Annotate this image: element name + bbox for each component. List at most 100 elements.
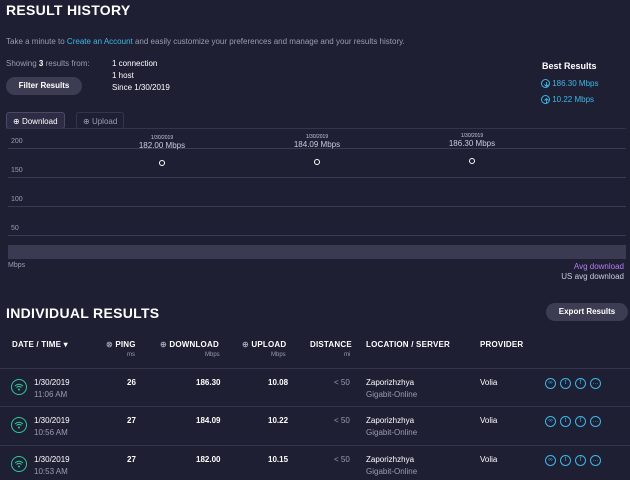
upload-col-icon: ⊕ xyxy=(242,340,249,349)
tab-upload-label: Upload xyxy=(91,117,118,126)
row-ping: 27 xyxy=(127,455,136,464)
row-upload: 10.08 xyxy=(268,378,289,387)
row-download: 186.30 xyxy=(196,378,221,387)
link-icon[interactable]: ∞ xyxy=(545,378,556,389)
row-distance: < 50 xyxy=(334,455,350,464)
showing-prefix: Showing xyxy=(6,59,39,68)
sort-down-icon: ▾ xyxy=(63,340,68,349)
intro-text: Take a minute to Create an Account and e… xyxy=(6,37,405,46)
row-upload: 10.22 xyxy=(268,416,289,425)
best-upload: 10.22 Mbps xyxy=(541,95,595,105)
row-date: 1/30/2019 xyxy=(34,416,70,425)
connections-count: 1 connection xyxy=(112,59,158,68)
link-icon[interactable]: ∞ xyxy=(545,416,556,427)
download-arrow-icon xyxy=(541,79,550,89)
row-server: Gigabit-Online xyxy=(366,428,418,437)
chart-point-label: 1/30/2019 186.30 Mbps xyxy=(432,133,512,148)
link-icon[interactable]: ∞ xyxy=(545,455,556,466)
legend-avg-download: Avg download xyxy=(573,262,624,271)
col-ping: ⊗ PING xyxy=(106,340,136,349)
chart-top-border xyxy=(6,128,626,129)
export-results-button[interactable]: Export Results xyxy=(546,303,628,321)
chart-point[interactable] xyxy=(469,157,475,164)
create-account-link[interactable]: Create an Account xyxy=(67,37,133,46)
twitter-icon[interactable]: t xyxy=(560,455,571,466)
row-download: 184.09 xyxy=(196,416,221,425)
chart-point-value: 182.00 Mbps xyxy=(138,141,186,151)
chart-gridline xyxy=(8,177,626,178)
more-icon[interactable]: … xyxy=(590,378,601,389)
since-date: Since 1/30/2019 xyxy=(112,83,170,92)
chart-y-tick: 50 xyxy=(11,225,19,232)
tab-upload[interactable]: ⊕ Upload xyxy=(76,112,125,129)
page-title: RESULT HISTORY xyxy=(6,2,131,18)
col-provider: PROVIDER xyxy=(480,340,524,349)
chart-point-label: 1/30/2019 182.00 Mbps xyxy=(122,135,202,150)
unit-distance: mi xyxy=(344,352,351,358)
chart-point-value: 184.09 Mbps xyxy=(293,140,341,150)
row-ping: 27 xyxy=(127,416,136,425)
upload-tab-icon: ⊕ xyxy=(83,117,90,126)
row-date: 1/30/2019 xyxy=(34,455,70,464)
filter-results-button[interactable]: Filter Results xyxy=(6,77,82,95)
wifi-icon xyxy=(11,417,27,433)
legend-us-avg-download: US avg download xyxy=(561,272,624,281)
chart-y-tick: 200 xyxy=(11,138,23,145)
facebook-icon[interactable]: f xyxy=(575,455,586,466)
best-download-value: 186.30 Mbps xyxy=(552,79,599,88)
tab-download-label: Download xyxy=(21,117,58,126)
row-download: 182.00 xyxy=(196,455,221,464)
table-row[interactable]: 1/30/2019 10:53 AM 27 182.00 10.15 < 50 Zapori… xyxy=(0,445,630,480)
col-upload-label: UPLOAD xyxy=(251,340,287,349)
chart-baseline-band xyxy=(8,245,626,259)
row-server: Gigabit-Online xyxy=(366,390,418,399)
row-time: 11:06 AM xyxy=(34,390,68,399)
chart-y-tick: 150 xyxy=(11,167,23,174)
table-row[interactable]: 1/30/2019 10:56 AM 27 184.09 10.22 < 50 Zapori… xyxy=(0,406,630,444)
intro-after: and easily customize your preferences an… xyxy=(132,37,405,46)
tab-download[interactable]: ⊕ Download xyxy=(6,112,65,129)
row-upload: 10.15 xyxy=(268,455,289,464)
upload-arrow-icon xyxy=(541,95,550,105)
download-tab-icon: ⊕ xyxy=(13,117,20,126)
col-upload: ⊕ UPLOAD xyxy=(242,340,286,349)
more-icon[interactable]: … xyxy=(590,416,601,427)
row-date: 1/30/2019 xyxy=(34,378,70,387)
row-location: Zaporizhzhya xyxy=(366,378,415,387)
chart-y-tick: 100 xyxy=(11,196,23,203)
row-provider: Volia xyxy=(480,378,498,387)
best-upload-value: 10.22 Mbps xyxy=(552,95,595,104)
download-chart: 200 150 100 50 Mbps 1/30/2019 182.00 Mbps 1/30/… xyxy=(0,130,630,285)
showing-text: Showing 3 results from: xyxy=(6,59,90,68)
col-date[interactable]: DATE / TIME ▾ xyxy=(12,340,68,349)
chart-gridline xyxy=(8,206,626,207)
chart-gridline xyxy=(8,235,626,236)
chart-point[interactable] xyxy=(314,159,320,166)
col-download: ⊕ DOWNLOAD xyxy=(160,340,219,349)
row-server: Gigabit-Online xyxy=(366,467,418,476)
col-date-label: DATE / TIME xyxy=(12,340,62,349)
chart-point-value: 186.30 Mbps xyxy=(448,138,496,148)
col-download-label: DOWNLOAD xyxy=(169,340,219,349)
row-time: 10:53 AM xyxy=(34,467,68,476)
twitter-icon[interactable]: t xyxy=(560,378,571,389)
chart-point[interactable] xyxy=(159,160,165,167)
row-distance: < 50 xyxy=(334,416,350,425)
table-row[interactable]: 1/30/2019 11:06 AM 26 186.30 10.08 < 50 Zapori… xyxy=(0,368,630,406)
unit-ping: ms xyxy=(127,352,135,358)
col-location: LOCATION / SERVER xyxy=(366,340,451,349)
col-distance: DISTANCE xyxy=(310,340,352,349)
download-col-icon: ⊕ xyxy=(160,340,167,349)
row-location: Zaporizhzhya xyxy=(366,416,415,425)
row-distance: < 50 xyxy=(334,378,350,387)
best-download: 186.30 Mbps xyxy=(541,79,599,89)
unit-download: Mbps xyxy=(205,352,220,358)
wifi-icon xyxy=(11,456,27,472)
facebook-icon[interactable]: f xyxy=(575,416,586,427)
unit-upload: Mbps xyxy=(271,352,286,358)
twitter-icon[interactable]: t xyxy=(560,416,571,427)
row-ping: 26 xyxy=(127,378,136,387)
chart-point-label: 1/30/2019 184.09 Mbps xyxy=(277,134,357,149)
more-icon[interactable]: … xyxy=(590,455,601,466)
facebook-icon[interactable]: f xyxy=(575,378,586,389)
